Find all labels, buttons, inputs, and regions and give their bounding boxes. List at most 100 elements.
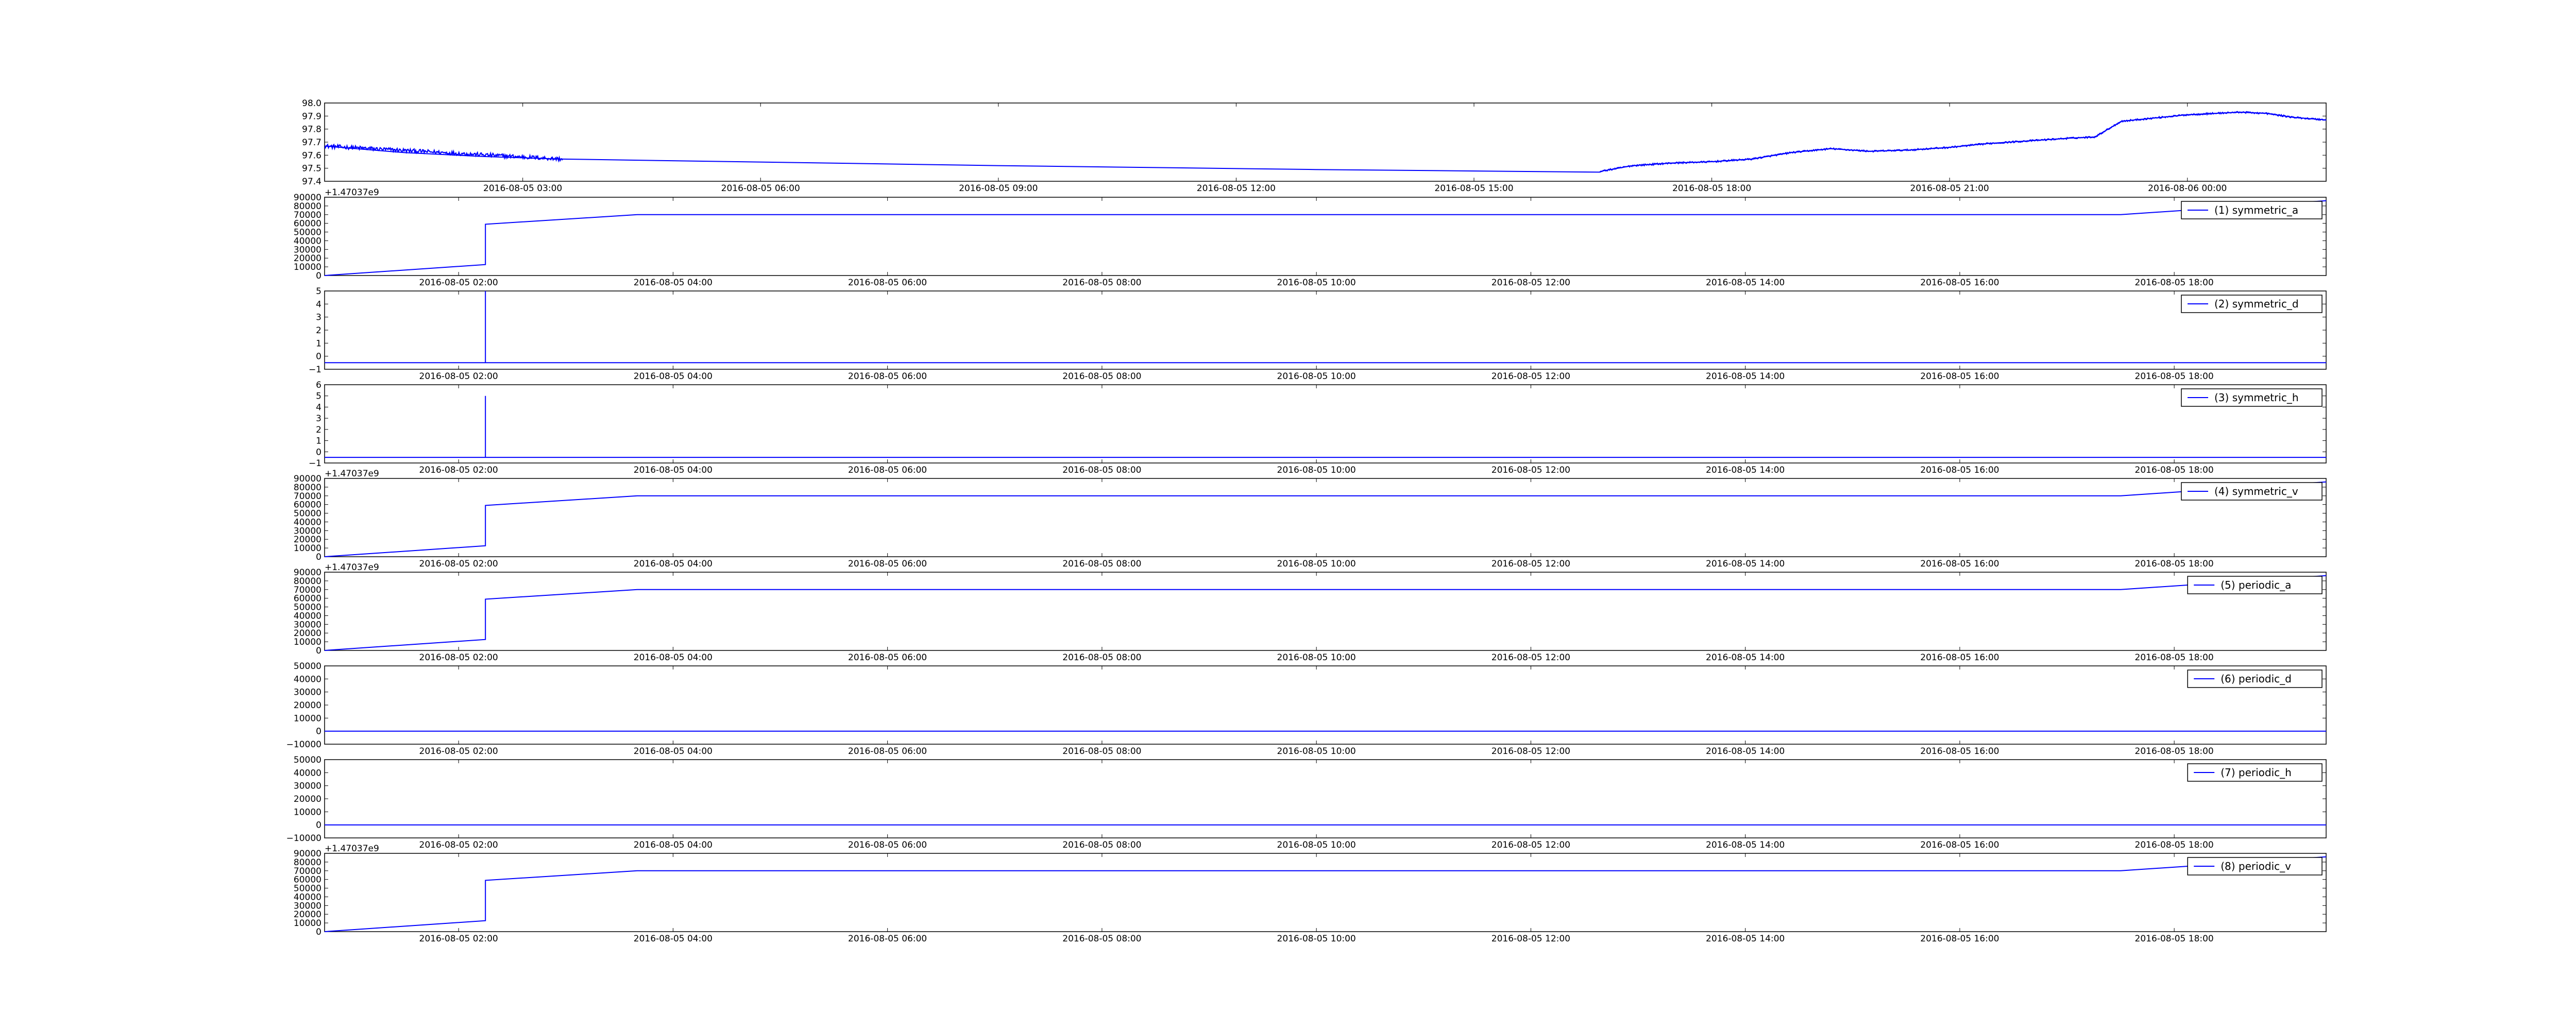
panel-1-frame [324,197,2327,276]
panel-2-xtick-label: 2016-08-05 14:00 [1706,371,1785,382]
panel-0-xtick-label: 2016-08-05 15:00 [1434,183,1513,194]
panel-6-ytick-label: 50000 [294,661,321,672]
panel-2-xtick-label: 2016-08-05 10:00 [1277,371,1356,382]
panel-4-ytick-label: 90000 [294,474,321,484]
panel-8-xtick-label: 2016-08-05 10:00 [1277,934,1356,944]
panel-4-xtick-label: 2016-08-05 16:00 [1920,559,1999,569]
panel-6-xtick-label: 2016-08-05 12:00 [1492,746,1570,757]
panel-5-offset-label: +1.47037e9 [325,562,379,573]
panel-1-series-line [324,200,2327,276]
panel-7-xtick-label: 2016-08-05 14:00 [1706,840,1785,850]
panel-2-legend: (2) symmetric_d [2181,295,2323,313]
panel-0-xtick-label: 2016-08-05 21:00 [1910,183,1989,194]
panel-6-ytick-label: 10000 [294,713,321,724]
panel-6-legend: (6) periodic_d [2187,670,2323,688]
panel-0-ytick-label: 97.9 [302,111,321,122]
panel-5-ytick-label: 90000 [294,568,321,578]
panel-1-xtick-label: 2016-08-05 18:00 [2135,278,2214,288]
chart-panel-0: 97.4 97.5 97.6 97.7 97.8 97.9 98.0 2016-08-05 0… [302,98,2327,194]
panel-2-frame [324,290,2327,370]
panel-6-xtick-label: 2016-08-05 10:00 [1277,746,1356,757]
panel-5-xtick-label: 2016-08-05 06:00 [848,653,927,663]
chart-panel-5: 0100002000030000400005000060000700008000… [294,562,2327,663]
panel-1-xtick-label: 2016-08-05 04:00 [634,278,713,288]
panel-2-xtick-label: 2016-08-05 06:00 [848,371,927,382]
panel-3-ytick-label: −1 [309,458,321,469]
panel-6-xtick-label: 2016-08-05 06:00 [848,746,927,757]
panel-5-series-line [324,575,2327,651]
multi-panel-chart-figure: 97.4 97.5 97.6 97.7 97.8 97.9 98.0 2016-08-05 0… [286,98,2327,944]
panel-8-xtick-label: 2016-08-05 04:00 [634,934,713,944]
panel-7-xtick-label: 2016-08-05 08:00 [1062,840,1141,850]
panel-1-legend: (1) symmetric_a [2181,201,2323,219]
panel-6-ytick-label: 40000 [294,674,321,684]
panel-6-ytick-label: −10000 [286,740,321,750]
panel-7-xtick-label: 2016-08-05 16:00 [1920,840,1999,850]
panel-0-ytick-label: 97.4 [302,177,321,187]
panel-5-xtick-label: 2016-08-05 12:00 [1492,653,1570,663]
panel-6-frame [324,665,2327,745]
panel-8-xtick-label: 2016-08-05 08:00 [1062,934,1141,944]
panel-0-ytick-label: 97.6 [302,150,321,161]
panel-7-xtick-label: 2016-08-05 12:00 [1492,840,1570,850]
panel-8-xtick-label: 2016-08-05 06:00 [848,934,927,944]
panel-6-xtick-label: 2016-08-05 02:00 [419,746,498,757]
chart-panel-3: −10123456 2016-08-05 02:00 2016-08-05 04:0… [309,380,2327,475]
panel-1-legend-label: (1) symmetric_a [2214,204,2298,216]
panel-2-ytick-label: 2 [316,325,321,336]
panel-7-legend: (7) periodic_h [2187,763,2323,782]
panel-7-ytick-label: 20000 [294,794,321,804]
chart-panel-2: −1 0 1 2 3 4 5 2016-08-05 02:00 2016-08-05 04:00… [309,286,2327,382]
panel-1-xtick-label: 2016-08-05 16:00 [1920,278,1999,288]
panel-0-series-line [324,111,2327,173]
panel-0-ytick-label: 97.5 [302,164,321,174]
panel-5-frame [324,572,2327,651]
panel-0-ytick-label: 97.7 [302,138,321,148]
panel-7-ytick-label: 10000 [294,807,321,817]
panel-3-xtick-label: 2016-08-05 14:00 [1706,465,1785,475]
panel-7-legend-label: (7) periodic_h [2221,766,2292,779]
panel-0-noisy-segment-1 [1599,111,2327,173]
panel-6-xtick-label: 2016-08-05 08:00 [1062,746,1141,757]
panel-4-xtick-label: 2016-08-05 02:00 [419,559,498,569]
panel-6-ytick-label: 20000 [294,700,321,711]
panel-4-xtick-label: 2016-08-05 04:00 [634,559,713,569]
panel-6-xtick-label: 2016-08-05 16:00 [1920,746,1999,757]
panel-0-xtick-label: 2016-08-05 03:00 [483,183,562,194]
panel-3-xtick-label: 2016-08-05 18:00 [2135,465,2214,475]
panel-3-xtick-label: 2016-08-05 10:00 [1277,465,1356,475]
panel-2-xtick-label: 2016-08-05 18:00 [2135,371,2214,382]
panel-2-xtick-label: 2016-08-05 12:00 [1492,371,1570,382]
panel-4-offset-label: +1.47037e9 [325,469,379,479]
panel-6-ytick-label: 0 [316,727,321,737]
panel-5-xtick-label: 2016-08-05 10:00 [1277,653,1356,663]
panel-4-xtick-label: 2016-08-05 10:00 [1277,559,1356,569]
panel-0-ytick-label: 98.0 [302,98,321,109]
panel-8-ytick-label: 90000 [294,849,321,859]
panel-2-legend-label: (2) symmetric_d [2214,298,2299,310]
panel-0-xtick-label: 2016-08-05 06:00 [721,183,800,194]
panel-8-offset-label: +1.47037e9 [325,844,379,854]
panel-1-xtick-label: 2016-08-05 12:00 [1492,278,1570,288]
panel-3-xtick-label: 2016-08-05 04:00 [634,465,713,475]
panel-6-xtick-label: 2016-08-05 14:00 [1706,746,1785,757]
panel-5-xtick-label: 2016-08-05 16:00 [1920,653,1999,663]
panel-4-xtick-label: 2016-08-05 06:00 [848,559,927,569]
panel-7-xtick-label: 2016-08-05 04:00 [634,840,713,850]
panel-2-xtick-label: 2016-08-05 02:00 [419,371,498,382]
panel-7-xtick-label: 2016-08-05 10:00 [1277,840,1356,850]
panel-2-xtick-label: 2016-08-05 04:00 [634,371,713,382]
panel-4-xtick-label: 2016-08-05 18:00 [2135,559,2214,569]
panel-0-xtick-label: 2016-08-05 12:00 [1197,183,1276,194]
panel-3-legend-label: (3) symmetric_h [2214,391,2299,404]
panel-5-xtick-label: 2016-08-05 08:00 [1062,653,1141,663]
panel-5-xtick-label: 2016-08-05 18:00 [2135,653,2214,663]
panel-8-xtick-label: 2016-08-05 14:00 [1706,934,1785,944]
panel-5-xtick-label: 2016-08-05 14:00 [1706,653,1785,663]
panel-7-xtick-label: 2016-08-05 02:00 [419,840,498,850]
panel-7-ytick-label: 50000 [294,755,321,765]
panel-7-xtick-label: 2016-08-05 18:00 [2135,840,2214,850]
panel-3-ytick-label: 1 [316,436,321,447]
panel-8-xtick-label: 2016-08-05 02:00 [419,934,498,944]
chart-panel-7: −10000 0 10000 20000 30000 40000 50000 2016-08-… [286,755,2327,850]
